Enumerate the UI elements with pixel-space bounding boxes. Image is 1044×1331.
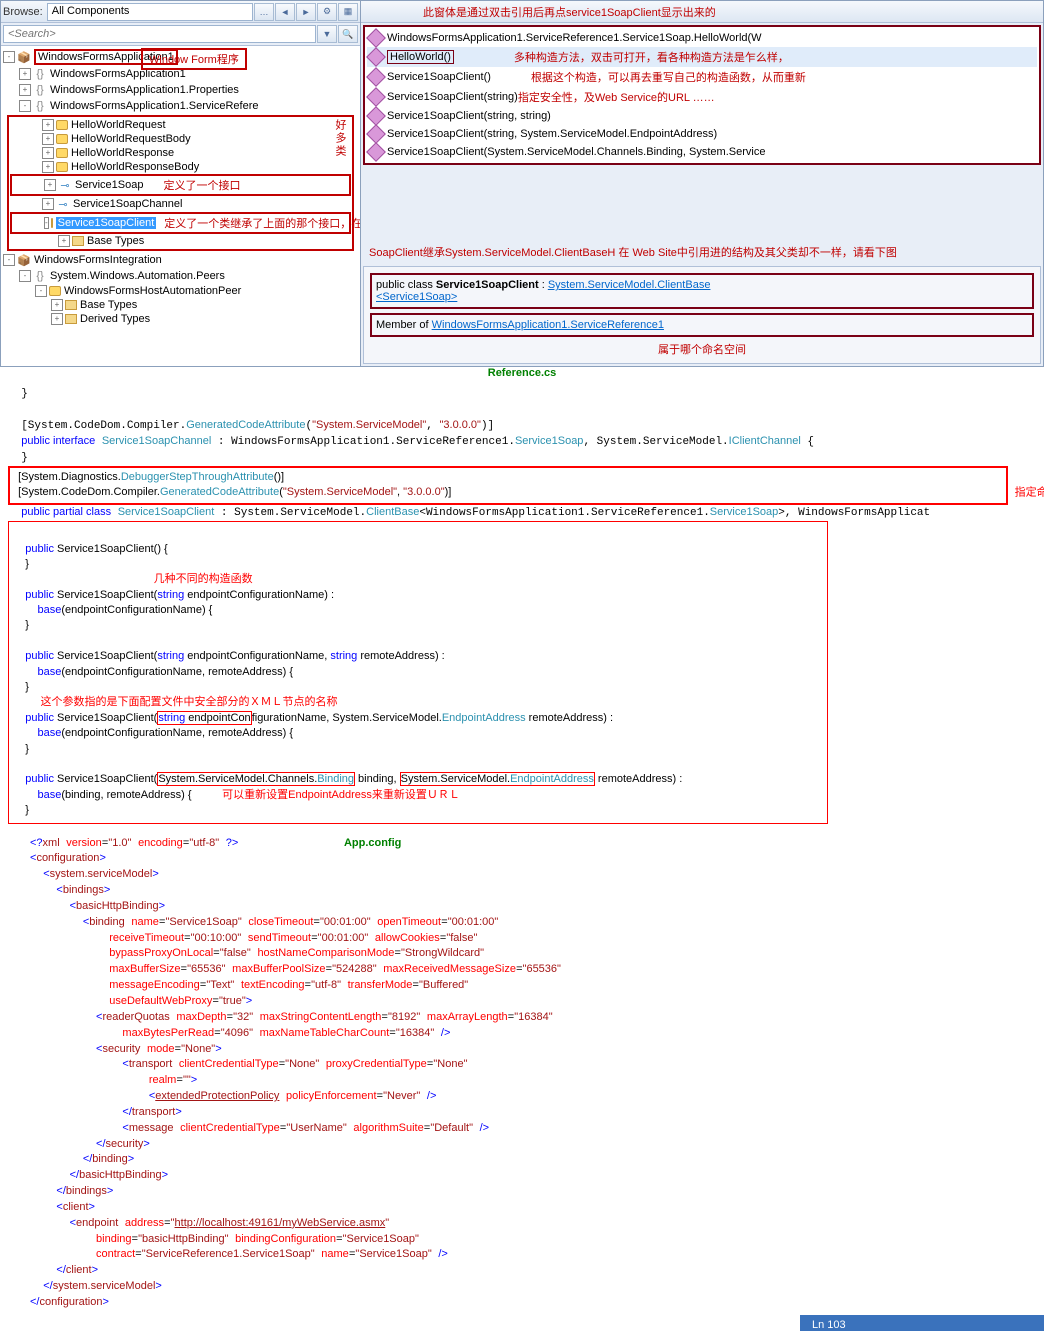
- method-icon: [366, 67, 386, 87]
- annot: 多种构造方法，双击可打开，看各种构造方法是乍么样，: [514, 49, 789, 65]
- method-item[interactable]: WindowsFormsApplication1.ServiceReferenc…: [367, 29, 1037, 47]
- method-icon: [366, 142, 386, 162]
- tree-class[interactable]: HelloWorldRequest: [71, 119, 166, 131]
- expand-icon[interactable]: -: [3, 51, 15, 63]
- tree-ns[interactable]: WindowsFormsApplication1.Properties: [50, 84, 239, 96]
- top-annotation: 此窗体是通过双击引用后再点service1SoapClient显示出来的: [423, 4, 716, 20]
- annot-iface: 定义了一个接口: [164, 177, 241, 193]
- tree-asm[interactable]: WindowsFormsIntegration: [34, 254, 162, 266]
- namespace-icon: [33, 67, 47, 81]
- base-type-link[interactable]: System.ServiceModel.ClientBase: [548, 279, 711, 291]
- annot: 指定安全性，及Web Service的URL ……: [518, 89, 715, 105]
- object-tree[interactable]: Window Form程序 -📦WindowsFormsApplication1…: [1, 46, 360, 366]
- method-icon: [366, 47, 386, 67]
- browser-toolbar: Browse: All Components … ◄ ► ⚙ ▦: [1, 1, 360, 23]
- namespace-icon: [33, 269, 47, 283]
- method-icon: [366, 87, 386, 107]
- search-dropdown[interactable]: ▼: [317, 25, 337, 43]
- dropdown-button[interactable]: …: [254, 3, 274, 21]
- tree-class[interactable]: HelloWorldResponseBody: [71, 161, 199, 173]
- class-icon: [56, 148, 68, 158]
- namespace-link[interactable]: WindowsFormsApplication1.ServiceReferenc…: [432, 319, 664, 331]
- line-indicator: Ln 103: [800, 1315, 1044, 1331]
- code-editor[interactable]: } [System.CodeDom.Compiler.GeneratedCode…: [0, 379, 1044, 832]
- method-item[interactable]: Service1SoapClient(System.ServiceModel.C…: [367, 143, 1037, 161]
- summary-panel: public class Service1SoapClient : System…: [363, 266, 1041, 364]
- tree-interface[interactable]: Service1Soap: [75, 179, 144, 191]
- member-list: WindowsFormsApplication1.ServiceReferenc…: [363, 25, 1041, 165]
- scope-combo[interactable]: All Components: [47, 3, 253, 21]
- forward-button[interactable]: ►: [296, 3, 316, 21]
- method-icon: [366, 28, 386, 48]
- interface-icon: ⊸: [58, 178, 72, 192]
- class-icon: [49, 286, 61, 296]
- xml-editor[interactable]: <?xml version="1.0" encoding="utf-8" ?> …: [0, 832, 1044, 1315]
- view-button[interactable]: ▦: [338, 3, 358, 21]
- method-icon: [366, 106, 386, 126]
- method-item[interactable]: HelloWorld()多种构造方法，双击可打开，看各种构造方法是乍么样，: [367, 47, 1037, 67]
- folder-icon: [72, 236, 84, 246]
- class-icon: [56, 134, 68, 144]
- interface-icon: ⊸: [56, 197, 70, 211]
- file-label: Reference.cs: [0, 367, 1044, 379]
- method-item[interactable]: Service1SoapClient()根据这个构造，可以再去重写自己的构造函数…: [367, 67, 1037, 87]
- tree-class[interactable]: HelloWorldResponse: [71, 147, 174, 159]
- annot-many: 好多类: [332, 119, 348, 158]
- tree-folder[interactable]: Derived Types: [80, 313, 150, 325]
- tree-class[interactable]: HelloWorldRequestBody: [71, 133, 191, 145]
- annot: 根据这个构造，可以再去重写自己的构造函数，从而重新: [531, 69, 806, 85]
- annot-winform: Window Form程序: [141, 48, 247, 70]
- tree-interface[interactable]: Service1SoapChannel: [73, 198, 182, 210]
- class-icon: [56, 120, 68, 130]
- method-icon: [366, 124, 386, 144]
- namespace-icon: [33, 99, 47, 113]
- assembly-icon: 📦: [17, 253, 31, 267]
- generic-link[interactable]: <Service1Soap>: [376, 291, 457, 303]
- method-item[interactable]: Service1SoapClient(string)指定安全性，及Web Ser…: [367, 87, 1037, 107]
- project-icon: 📦: [17, 50, 31, 64]
- annot-class: 定义了一个类继承了上面的那个接口，在用的时候就是定义它的实例对使用: [164, 215, 360, 231]
- tree-class-selected[interactable]: Service1SoapClient: [56, 217, 157, 229]
- method-item[interactable]: Service1SoapClient(string, System.Servic…: [367, 125, 1037, 143]
- annot: 属于哪个命名空间: [370, 341, 1034, 357]
- class-icon: [56, 162, 68, 172]
- tree-folder[interactable]: Base Types: [87, 235, 144, 247]
- back-button[interactable]: ◄: [275, 3, 295, 21]
- method-item[interactable]: Service1SoapClient(string, string): [367, 107, 1037, 125]
- tree-folder[interactable]: Base Types: [80, 299, 137, 311]
- settings-button[interactable]: ⚙: [317, 3, 337, 21]
- search-go[interactable]: 🔍: [338, 25, 358, 43]
- folder-icon: [65, 300, 77, 310]
- folder-icon: [65, 314, 77, 324]
- search-input[interactable]: [3, 25, 316, 43]
- class-icon: [51, 218, 53, 228]
- namespace-icon: [33, 83, 47, 97]
- tree-class[interactable]: WindowsFormsHostAutomationPeer: [64, 285, 241, 297]
- tree-ns[interactable]: System.Windows.Automation.Peers: [50, 270, 225, 282]
- browse-label: Browse:: [3, 6, 43, 18]
- tree-ns[interactable]: WindowsFormsApplication1.ServiceRefere: [50, 100, 258, 112]
- mid-annotation: SoapClient继承System.ServiceModel.ClientBa…: [361, 240, 1043, 264]
